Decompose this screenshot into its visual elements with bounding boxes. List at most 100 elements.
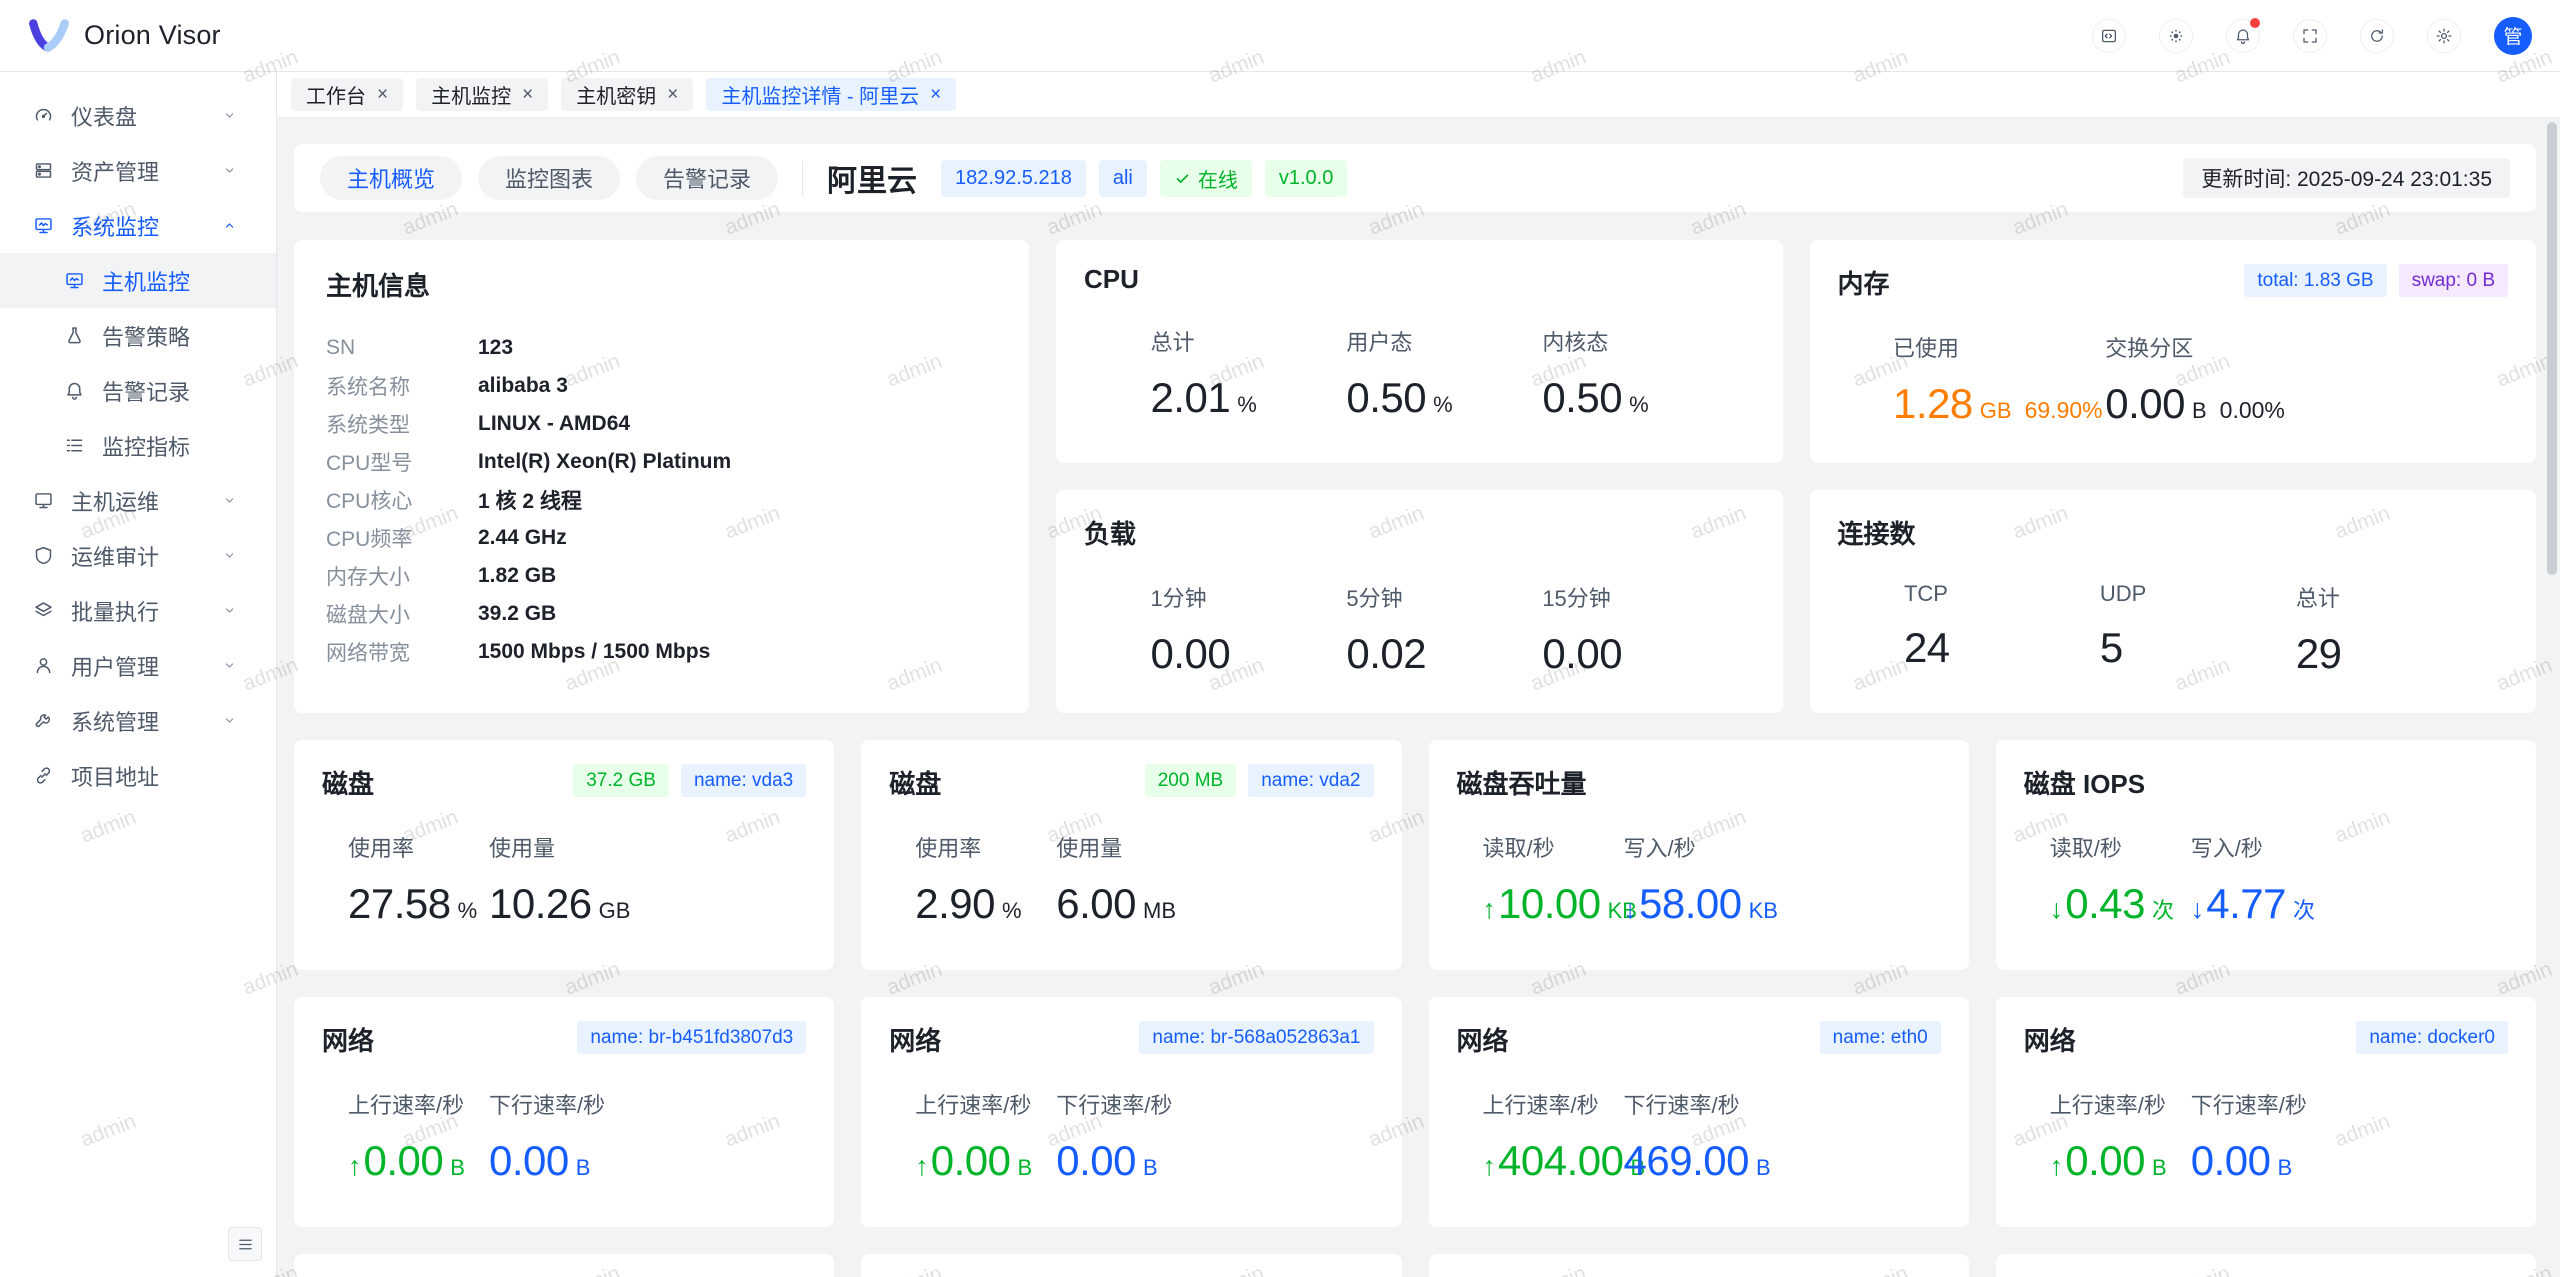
- stat-number: 0.00: [931, 1137, 1011, 1185]
- shield-icon: [33, 545, 54, 566]
- tab-主机监控[interactable]: 主机监控×: [416, 78, 548, 111]
- bell-icon: [2234, 27, 2252, 45]
- monitor-icon: [64, 270, 85, 291]
- settings-button[interactable]: [2427, 19, 2461, 53]
- code-icon: [2100, 27, 2118, 45]
- stat-1分钟: 1分钟0.00: [1150, 581, 1346, 678]
- card-title: 主机信息: [326, 266, 997, 303]
- stat-label: 5分钟: [1346, 581, 1542, 613]
- refresh-button[interactable]: [2360, 19, 2394, 53]
- stat-总计: 总计29: [2296, 581, 2492, 678]
- stat-value: 29: [2296, 630, 2492, 678]
- stat-value: ↑0.00B: [915, 1137, 1056, 1185]
- card-head: 磁盘200 MBname: vda2: [861, 740, 1401, 801]
- chevron-down-icon: [222, 658, 237, 673]
- view-tabs: 主机概览监控图表告警记录: [320, 156, 778, 200]
- theme-button[interactable]: [2159, 19, 2193, 53]
- stat-value: 0.00B: [1056, 1137, 1197, 1185]
- stat-number: 0.00: [489, 1137, 569, 1185]
- fullscreen-button[interactable]: [2293, 19, 2327, 53]
- tab-close-icon[interactable]: ×: [522, 85, 533, 104]
- sidebar-item-仪表盘[interactable]: 仪表盘: [0, 88, 276, 143]
- stat-number: 404.00: [1498, 1137, 1623, 1185]
- tab-主机监控详情 - 阿里云[interactable]: 主机监控详情 - 阿里云×: [706, 78, 956, 111]
- sidebar-item-运维审计[interactable]: 运维审计: [0, 528, 276, 583]
- sidebar-item-项目地址[interactable]: 项目地址: [0, 748, 276, 803]
- stat-label: 下行速率/秒: [489, 1088, 630, 1120]
- badge-text: ali: [1113, 167, 1133, 190]
- sidebar-item-告警策略[interactable]: 告警策略: [0, 308, 276, 363]
- notifications-button[interactable]: [2226, 19, 2260, 53]
- card-badges: 37.2 GBname: vda3: [573, 764, 806, 797]
- card-内存: 内存total: 1.83 GBswap: 0 B已使用1.28GB69.90%…: [1810, 240, 2537, 463]
- tab-close-icon[interactable]: ×: [930, 85, 941, 104]
- card-head: 网络: [1429, 1254, 1969, 1277]
- tab-close-icon[interactable]: ×: [377, 85, 388, 104]
- scrollbar-thumb[interactable]: [2547, 122, 2557, 575]
- tab-label: 主机密钥: [576, 80, 656, 109]
- stat-unit: B: [450, 1155, 465, 1181]
- user-avatar[interactable]: 管: [2494, 17, 2532, 55]
- stat-number: 6.00: [1056, 880, 1136, 928]
- card-head: 网络: [861, 1254, 1401, 1277]
- host-name: 阿里云: [827, 156, 917, 200]
- sidebar-item-系统管理[interactable]: 系统管理: [0, 693, 276, 748]
- sidebar-item-资产管理[interactable]: 资产管理: [0, 143, 276, 198]
- stat-label: 下行速率/秒: [1056, 1088, 1197, 1120]
- stat-unit: B: [2278, 1155, 2293, 1181]
- stat-value: ↓0.43次: [2050, 880, 2191, 928]
- card-badge: name: br-b451fd3807d3: [577, 1021, 806, 1054]
- card-head: 网络: [1996, 1254, 2536, 1277]
- card-head: 负载: [1056, 490, 1783, 551]
- stat-unit: B: [1143, 1155, 1158, 1181]
- sidebar-item-告警记录[interactable]: 告警记录: [0, 363, 276, 418]
- card-负载: 负载1分钟0.005分钟0.0215分钟0.00: [1056, 490, 1783, 713]
- sidebar-item-监控指标[interactable]: 监控指标: [0, 418, 276, 473]
- stat-unit: 次: [2152, 893, 2174, 925]
- stat-label: 读取/秒: [1483, 831, 1624, 863]
- stat-label: 交换分区: [2105, 331, 2317, 363]
- view-tab-主机概览[interactable]: 主机概览: [320, 156, 462, 200]
- stat-TCP: TCP24: [1904, 581, 2100, 678]
- view-tab-监控图表[interactable]: 监控图表: [478, 156, 620, 200]
- sidebar-item-系统监控[interactable]: 系统监控: [0, 198, 276, 253]
- stat-下行速率/秒: 下行速率/秒 0.00B: [1056, 1088, 1197, 1185]
- code-button[interactable]: [2092, 19, 2126, 53]
- tab-主机密钥[interactable]: 主机密钥 ×: [561, 78, 693, 111]
- card-badge: 37.2 GB: [573, 764, 669, 797]
- sidebar-item-批量执行[interactable]: 批量执行: [0, 583, 276, 638]
- stat-label: 上行速率/秒: [1483, 1088, 1624, 1120]
- theme-icon: [2167, 27, 2185, 45]
- sidebar-item-用户管理[interactable]: 用户管理: [0, 638, 276, 693]
- sidebar-collapse-button[interactable]: [228, 1227, 262, 1261]
- card-title: 磁盘: [322, 764, 374, 801]
- card-网络: 网络name: eth0上行速率/秒↑404.00B下行速率/秒469.00B: [1429, 997, 1969, 1227]
- stat-label: 上行速率/秒: [348, 1088, 489, 1120]
- stat-number: 29: [2296, 630, 2342, 678]
- sidebar-item-主机运维[interactable]: 主机运维: [0, 473, 276, 528]
- sidebar-item-主机监控[interactable]: 主机监控: [0, 253, 276, 308]
- card-badges: name: br-568a052863a1: [1139, 1021, 1373, 1054]
- stat-number: 0.50: [1346, 374, 1426, 422]
- card-网络: 网络name: docker0上行速率/秒↑0.00B下行速率/秒0.00B: [1996, 997, 2536, 1227]
- tab-close-icon[interactable]: ×: [667, 85, 678, 104]
- stat-value: 0.00: [1542, 630, 1738, 678]
- card-head: 内存total: 1.83 GBswap: 0 B: [1810, 240, 2537, 301]
- tab-工作台[interactable]: 工作台×: [291, 78, 403, 111]
- host-info-value: 2.44 GHz: [478, 526, 567, 550]
- host-info-value: LINUX - AMD64: [478, 412, 630, 436]
- arrow-up-icon: ↑: [1483, 894, 1497, 925]
- stat-value: 6.00MB: [1056, 880, 1197, 928]
- stat-label: 读取/秒: [2050, 831, 2191, 863]
- stat-label: 下行速率/秒: [1624, 1088, 1765, 1120]
- stat-上行速率/秒: 上行速率/秒↑0.00B: [348, 1088, 489, 1185]
- card-head: 磁盘 IOPS: [1996, 740, 2536, 801]
- host-info-label: 系统名称: [326, 371, 478, 401]
- chevron-down-icon: [222, 493, 237, 508]
- chevron-down-icon: [222, 603, 237, 618]
- stat-读取/秒: 读取/秒 ↓0.43次: [2050, 831, 2191, 928]
- host-info-value: 39.2 GB: [478, 602, 556, 626]
- stat-unit: 次: [2293, 893, 2315, 925]
- view-tab-告警记录[interactable]: 告警记录: [636, 156, 778, 200]
- stat-label: 上行速率/秒: [2050, 1088, 2191, 1120]
